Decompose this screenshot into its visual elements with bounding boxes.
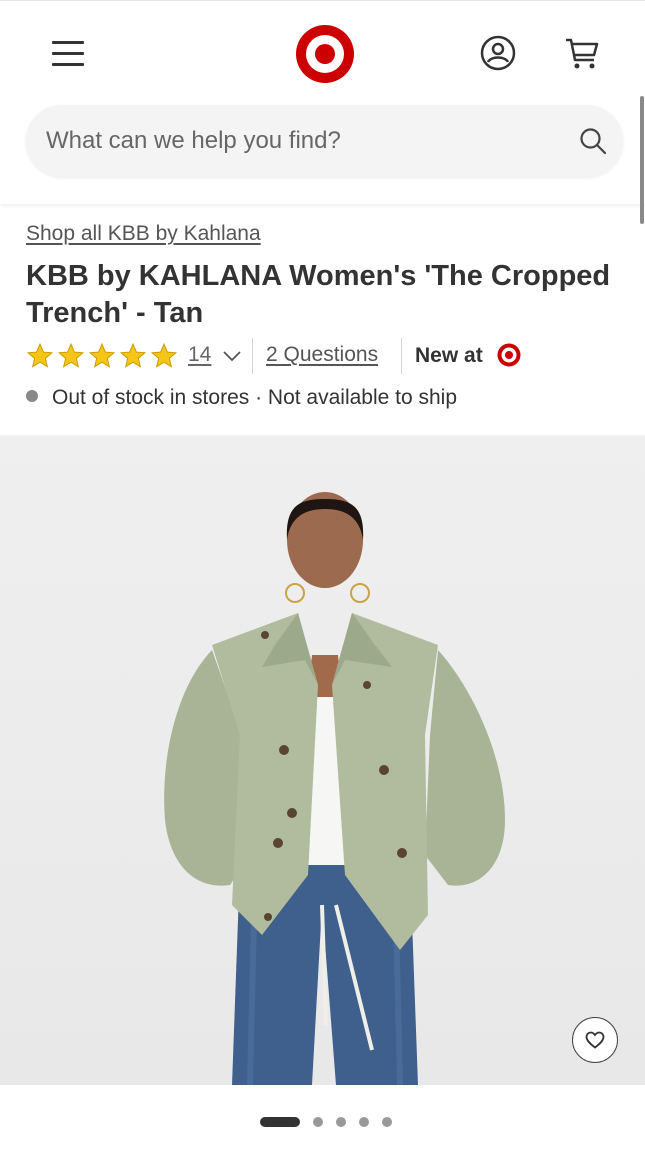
new-at-label: New at [415, 344, 483, 367]
target-logo-icon [497, 343, 521, 367]
stock-status-text: Out of stock in stores · Not available t… [52, 386, 458, 409]
search-input[interactable] [46, 105, 566, 177]
carousel-dot[interactable] [359, 1117, 369, 1127]
search-icon[interactable] [579, 127, 607, 155]
product-image-carousel[interactable] [0, 435, 645, 1085]
rating-row: 14 2 Questions New at [26, 338, 626, 374]
shopping-cart-icon[interactable] [562, 33, 602, 73]
hamburger-menu-icon[interactable] [48, 37, 88, 69]
search-bar[interactable] [26, 105, 623, 177]
page-scrollbar[interactable] [640, 96, 644, 224]
star-rating[interactable] [26, 342, 178, 370]
questions-link[interactable]: 2 Questions [266, 343, 378, 367]
carousel-dot[interactable] [382, 1117, 392, 1127]
chevron-down-icon[interactable] [222, 348, 242, 364]
carousel-pagination [0, 1085, 645, 1165]
shop-all-brand-link[interactable]: Shop all KBB by Kahlana [26, 222, 261, 246]
star-icon [26, 342, 54, 368]
target-logo-icon[interactable] [295, 24, 355, 84]
carousel-dot[interactable] [313, 1117, 323, 1127]
account-user-icon[interactable] [478, 33, 518, 73]
star-icon [119, 342, 147, 368]
divider [401, 338, 402, 374]
carousel-dot-active[interactable] [260, 1117, 300, 1127]
divider [252, 338, 253, 374]
carousel-dot[interactable] [336, 1117, 346, 1127]
stock-status: Out of stock in stores · Not available t… [26, 386, 457, 410]
heart-icon [585, 1031, 605, 1049]
add-to-favorites-button[interactable] [572, 1017, 618, 1063]
status-dot-icon [26, 390, 38, 403]
product-image[interactable] [0, 435, 645, 1085]
star-icon [57, 342, 85, 368]
product-title: KBB by KAHLANA Women's 'The Cropped Tren… [26, 260, 611, 329]
star-icon [88, 342, 116, 368]
star-icon [150, 342, 178, 368]
review-count-link[interactable]: 14 [188, 343, 211, 367]
top-header [0, 0, 645, 204]
